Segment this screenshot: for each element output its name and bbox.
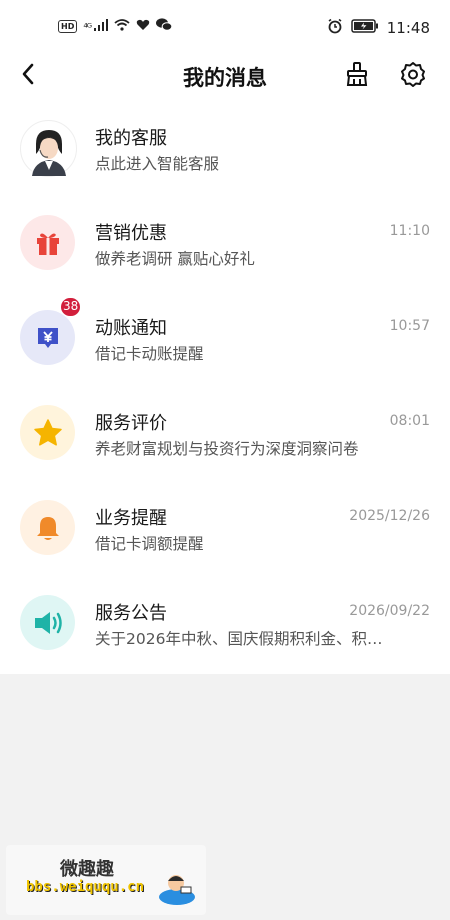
star-icon <box>33 418 62 446</box>
message-item-promotions[interactable]: 营销优惠 做养老调研 赢贴心好礼 11:10 <box>0 195 450 290</box>
message-title: 服务公告 <box>95 603 167 624</box>
message-time: 2026/09/22 <box>349 603 430 619</box>
gift-icon <box>36 233 59 255</box>
page-title: 我的消息 <box>183 66 267 90</box>
unread-badge: 38 <box>60 297 82 317</box>
page-header: 我的消息 <box>0 50 450 100</box>
message-subtitle: 关于2026年中秋、国庆假期积利金、积… <box>95 630 383 648</box>
watermark: 微趣趣 bbs.weiququ.cn <box>6 845 206 915</box>
message-subtitle: 借记卡调额提醒 <box>95 535 204 553</box>
mascot-icon <box>159 875 195 905</box>
hd-icon: HD <box>58 20 78 33</box>
bell-icon <box>36 516 59 540</box>
message-title: 服务评价 <box>95 413 167 434</box>
message-item-customer-service[interactable]: 我的客服 点此进入智能客服 <box>0 100 450 195</box>
watermark-url: bbs.weiququ.cn <box>26 879 145 895</box>
status-left: HD ⁴ᴳ <box>58 18 172 35</box>
message-list: 我的客服 点此进入智能客服 营销优惠 做养老调研 赢贴心好礼 11:10 38 … <box>0 100 450 674</box>
message-item-service-review[interactable]: 服务评价 养老财富规划与投资行为深度洞察问卷 08:01 <box>0 385 450 480</box>
settings-button[interactable] <box>395 56 431 92</box>
heart-icon <box>136 19 150 35</box>
message-item-service-announcement[interactable]: 服务公告 关于2026年中秋、国庆假期积利金、积… 2026/09/22 <box>0 575 450 670</box>
agent-avatar-icon <box>31 129 66 176</box>
message-item-account-notice[interactable]: 38 动账通知 借记卡动账提醒 10:57 <box>0 290 450 385</box>
message-subtitle: 做养老调研 赢贴心好礼 <box>95 250 255 268</box>
message-title: 动账通知 <box>95 318 167 339</box>
wechat-icon <box>155 18 172 35</box>
avatar <box>20 120 77 177</box>
status-right: 11:48 <box>327 18 430 38</box>
gear-icon <box>401 62 425 87</box>
message-title: 我的客服 <box>95 128 167 149</box>
message-time: 10:57 <box>389 318 430 334</box>
avatar <box>20 595 75 650</box>
alarm-icon <box>327 18 343 38</box>
clock-time: 11:48 <box>386 19 430 37</box>
message-item-business-reminder[interactable]: 业务提醒 借记卡调额提醒 2025/12/26 <box>0 480 450 575</box>
message-time: 08:01 <box>389 413 430 429</box>
watermark-text: 微趣趣 <box>60 859 114 880</box>
speaker-icon <box>34 611 62 634</box>
message-time: 11:10 <box>389 223 430 239</box>
4g-signal-icon: ⁴ᴳ <box>83 19 108 34</box>
avatar <box>20 405 75 460</box>
avatar <box>20 215 75 270</box>
status-bar: HD ⁴ᴳ 11:48 <box>0 0 450 50</box>
message-subtitle: 点此进入智能客服 <box>95 155 220 173</box>
wifi-icon <box>114 18 130 35</box>
top-area: HD ⁴ᴳ 11:48 我的消息 <box>0 0 450 100</box>
avatar <box>20 310 75 365</box>
battery-icon <box>351 19 379 37</box>
message-title: 营销优惠 <box>95 223 167 244</box>
avatar <box>20 500 75 555</box>
clear-button[interactable] <box>339 56 375 92</box>
broom-icon <box>346 62 368 86</box>
message-title: 业务提醒 <box>95 508 167 529</box>
yen-icon <box>37 327 58 348</box>
message-subtitle: 借记卡动账提醒 <box>95 345 204 363</box>
message-time: 2025/12/26 <box>349 508 430 524</box>
message-subtitle: 养老财富规划与投资行为深度洞察问卷 <box>95 440 359 458</box>
